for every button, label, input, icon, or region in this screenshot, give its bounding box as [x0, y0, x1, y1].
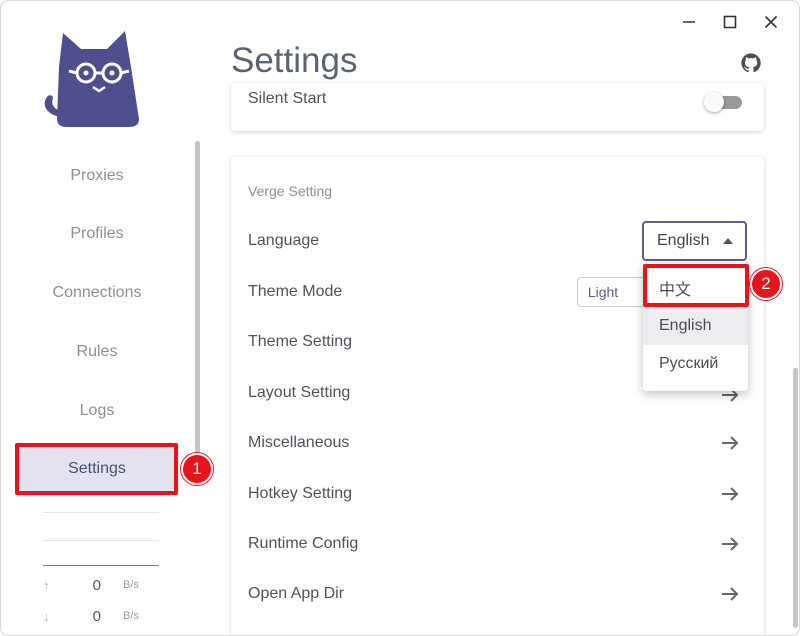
arrow-right-icon[interactable] — [719, 483, 741, 505]
divider — [43, 512, 159, 513]
upload-speed-value: 0 — [92, 576, 101, 594]
arrow-down-icon: ↓ — [43, 608, 50, 624]
arrow-up-icon: ↑ — [43, 577, 50, 593]
download-speed-unit: B/s — [123, 610, 139, 622]
upload-speed-unit: B/s — [123, 579, 139, 591]
sidebar-item-label: Profiles — [70, 225, 124, 242]
sidebar: Proxies Profiles Connections Rules Logs … — [1, 1, 201, 635]
language-label: Language — [248, 232, 320, 249]
close-icon — [764, 15, 778, 29]
page-title: Settings — [231, 41, 358, 80]
sidebar-item-label: Connections — [52, 284, 142, 301]
sidebar-scrollbar[interactable] — [195, 141, 200, 461]
theme-setting-label: Theme Setting — [248, 333, 353, 350]
annotation-badge-2: 2 — [750, 268, 782, 300]
silent-start-toggle[interactable] — [704, 92, 744, 112]
github-icon[interactable] — [740, 52, 762, 74]
upload-traffic: ↑ 0 B/s — [43, 576, 163, 594]
arrow-right-icon[interactable] — [719, 583, 741, 605]
arrow-right-icon[interactable] — [719, 432, 741, 454]
theme-mode-label: Theme Mode — [248, 283, 343, 300]
annotation-badge-1: 1 — [181, 453, 213, 485]
sidebar-item-rules[interactable]: Rules — [19, 330, 175, 374]
close-button[interactable] — [760, 11, 782, 33]
sidebar-item-connections[interactable]: Connections — [19, 271, 175, 315]
minimize-button[interactable] — [678, 11, 700, 33]
sidebar-item-logs[interactable]: Logs — [19, 389, 175, 433]
sidebar-item-label: Logs — [79, 402, 115, 419]
main-scrollbar[interactable] — [793, 368, 798, 628]
toggle-thumb — [704, 92, 724, 112]
language-select-value: English — [657, 232, 710, 249]
download-traffic: ↓ 0 B/s — [43, 607, 163, 625]
arrow-right-icon[interactable] — [719, 533, 741, 555]
cat-logo-icon — [44, 31, 139, 127]
sidebar-item-label: Rules — [76, 343, 118, 360]
download-speed-value: 0 — [92, 607, 101, 625]
caret-up-icon — [723, 238, 733, 244]
theme-light-button[interactable]: Light — [577, 277, 629, 307]
sidebar-item-profiles[interactable]: Profiles — [19, 212, 175, 256]
settings-card-top: Silent Start — [231, 83, 764, 131]
maximize-button[interactable] — [719, 11, 741, 33]
hotkey-setting-label: Hotkey Setting — [248, 485, 353, 502]
language-option-english[interactable]: English — [643, 307, 748, 345]
miscellaneous-label: Miscellaneous — [248, 434, 350, 451]
annotation-box-chinese — [643, 264, 749, 307]
verge-setting-card: Verge Setting Language English Theme Mod… — [231, 157, 764, 635]
app-window: Proxies Profiles Connections Rules Logs … — [0, 0, 800, 636]
maximize-icon — [723, 15, 737, 29]
runtime-config-label: Runtime Config — [248, 535, 359, 552]
minimize-icon — [683, 21, 695, 23]
open-app-dir-label: Open App Dir — [248, 585, 345, 602]
sidebar-item-label: Proxies — [70, 167, 124, 184]
layout-setting-label: Layout Setting — [248, 384, 351, 401]
language-option-russian[interactable]: Русский — [643, 345, 748, 383]
annotation-box-settings — [15, 443, 178, 495]
divider — [43, 540, 159, 541]
theme-light-label: Light — [587, 284, 619, 300]
sidebar-item-proxies[interactable]: Proxies — [19, 154, 175, 198]
language-select[interactable]: English — [642, 221, 747, 261]
divider — [43, 565, 159, 566]
silent-start-label: Silent Start — [248, 90, 327, 107]
section-label: Verge Setting — [248, 183, 333, 199]
